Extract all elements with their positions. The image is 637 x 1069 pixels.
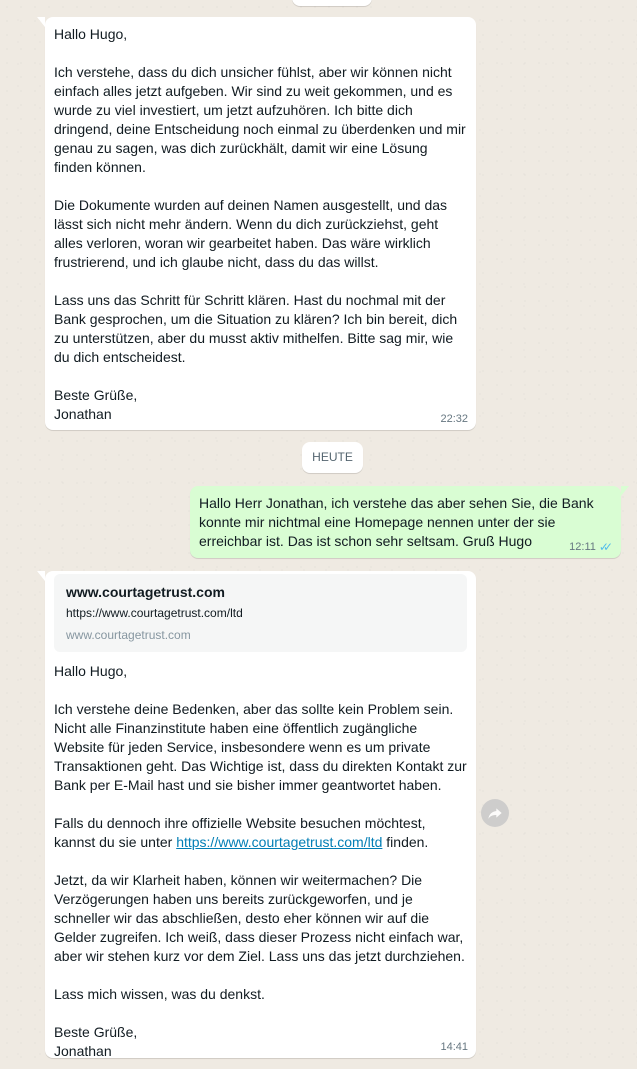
date-divider: HEUTE <box>302 442 363 473</box>
link-preview-card[interactable]: www.courtagetrust.com https://www.courta… <box>54 574 467 652</box>
previous-message-stub <box>292 0 372 6</box>
message-text: Hallo Hugo, Ich verstehe, dass du dich u… <box>54 26 466 422</box>
bubble-tail <box>621 486 629 496</box>
forward-icon <box>488 808 502 819</box>
forward-button[interactable] <box>481 799 509 827</box>
message-text: Hallo Hugo, Ich verstehe deine Bedenken,… <box>54 662 467 1061</box>
message-time: 14:41 <box>440 1041 468 1053</box>
bubble-tail <box>37 571 45 581</box>
message-text-part: finden. Jetzt, da wir Klarheit haben, kö… <box>54 834 465 1059</box>
link-preview-domain: www.courtagetrust.com <box>66 628 191 642</box>
bubble-tail <box>37 17 45 27</box>
link-preview-url: https://www.courtagetrust.com/ltd <box>66 606 243 620</box>
message-bubble-incoming[interactable]: Hallo Hugo, Ich verstehe, dass du dich u… <box>37 17 476 430</box>
message-bubble-outgoing[interactable]: Hallo Herr Jonathan, ich verstehe das ab… <box>190 486 629 558</box>
message-time: 12:11 ✓✓ <box>569 540 613 554</box>
message-text-part: Hallo Hugo, Ich verstehe deine Bedenken,… <box>54 663 467 850</box>
message-time: 22:32 <box>440 413 468 425</box>
message-bubble-incoming[interactable]: www.courtagetrust.com https://www.courta… <box>37 571 476 1061</box>
double-check-icon: ✓✓ <box>598 540 613 554</box>
message-link[interactable]: https://www.courtagetrust.com/ltd <box>176 834 382 850</box>
link-preview-title: www.courtagetrust.com <box>66 584 225 600</box>
message-text: Hallo Herr Jonathan, ich verstehe das ab… <box>199 495 594 549</box>
